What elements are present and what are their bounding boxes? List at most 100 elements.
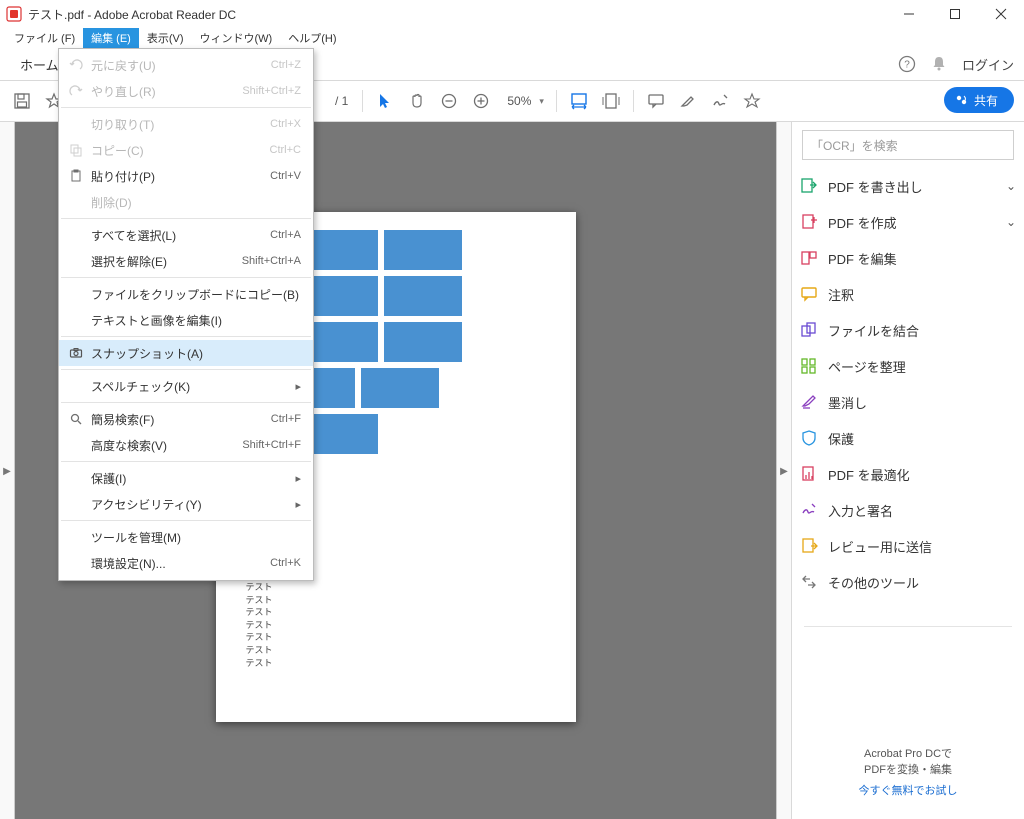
menu-separator bbox=[61, 369, 311, 370]
menu-redo[interactable]: やり直し(R) Shift+Ctrl+Z bbox=[59, 78, 313, 104]
tool-label: その他のツール bbox=[828, 573, 919, 592]
highlight-button[interactable] bbox=[674, 87, 702, 115]
menu-window[interactable]: ウィンドウ(W) bbox=[192, 28, 281, 48]
menu-item-label: スナップショット(A) bbox=[91, 345, 203, 362]
menu-snapshot[interactable]: スナップショット(A) bbox=[59, 340, 313, 366]
tools-search[interactable]: 「OCR」を検索 bbox=[802, 130, 1014, 160]
tool-sign[interactable]: 入力と署名 bbox=[800, 492, 1016, 528]
tool-label: 保護 bbox=[828, 429, 854, 448]
maximize-button[interactable] bbox=[932, 0, 978, 28]
tool-redact[interactable]: 墨消し bbox=[800, 384, 1016, 420]
help-icon[interactable]: ? bbox=[898, 55, 916, 73]
menu-separator bbox=[61, 107, 311, 108]
fit-page-button[interactable] bbox=[597, 87, 625, 115]
toolbar-separator bbox=[633, 90, 634, 112]
footer-line2: PDFを変換・編集 bbox=[792, 762, 1024, 779]
tool-label: PDF を最適化 bbox=[828, 465, 910, 484]
menu-deselect[interactable]: 選択を解除(E) Shift+Ctrl+A bbox=[59, 248, 313, 274]
right-pane-toggle[interactable]: ▶ bbox=[776, 122, 791, 819]
shield-icon bbox=[800, 429, 818, 447]
comment-button[interactable] bbox=[642, 87, 670, 115]
app-icon bbox=[6, 6, 22, 22]
menu-copy[interactable]: コピー(C) Ctrl+C bbox=[59, 137, 313, 163]
paste-icon bbox=[67, 169, 85, 183]
menu-copy-file[interactable]: ファイルをクリップボードにコピー(B) bbox=[59, 281, 313, 307]
login-link[interactable]: ログイン bbox=[962, 55, 1014, 74]
undo-icon bbox=[67, 58, 85, 72]
trial-link[interactable]: 今すぐ無料でお試し bbox=[792, 783, 1024, 800]
zoom-value: 50% bbox=[507, 94, 531, 108]
menu-preferences[interactable]: 環境設定(N)... Ctrl+K bbox=[59, 550, 313, 576]
combine-icon bbox=[800, 321, 818, 339]
more-tools-icon bbox=[800, 573, 818, 591]
select-tool[interactable] bbox=[371, 87, 399, 115]
toolbar-separator bbox=[362, 90, 363, 112]
menu-item-label: ツールを管理(M) bbox=[91, 529, 181, 546]
menu-shortcut: Ctrl+Z bbox=[271, 59, 301, 71]
menu-delete[interactable]: 削除(D) bbox=[59, 189, 313, 215]
menu-item-label: すべてを選択(L) bbox=[91, 227, 176, 244]
menu-manage-tools[interactable]: ツールを管理(M) bbox=[59, 524, 313, 550]
menu-find[interactable]: 簡易検索(F) Ctrl+F bbox=[59, 406, 313, 432]
tool-protect[interactable]: 保護 bbox=[800, 420, 1016, 456]
zoom-out-button[interactable] bbox=[435, 87, 463, 115]
menu-item-label: コピー(C) bbox=[91, 142, 144, 159]
search-icon bbox=[67, 412, 85, 426]
menu-accessibility[interactable]: アクセシビリティ(Y) ▸ bbox=[59, 491, 313, 517]
menu-spellcheck[interactable]: スペルチェック(K) ▸ bbox=[59, 373, 313, 399]
save-button[interactable] bbox=[8, 87, 36, 115]
close-button[interactable] bbox=[978, 0, 1024, 28]
chevron-right-icon: ▸ bbox=[295, 380, 301, 393]
menu-separator bbox=[61, 277, 311, 278]
zoom-in-button[interactable] bbox=[467, 87, 495, 115]
tool-edit-pdf[interactable]: PDF を編集 bbox=[800, 240, 1016, 276]
tool-label: レビュー用に送信 bbox=[828, 537, 932, 556]
menu-item-label: スペルチェック(K) bbox=[91, 378, 190, 395]
menu-cut[interactable]: 切り取り(T) Ctrl+X bbox=[59, 111, 313, 137]
minimize-button[interactable] bbox=[886, 0, 932, 28]
hand-tool[interactable] bbox=[403, 87, 431, 115]
menu-undo[interactable]: 元に戻す(U) Ctrl+Z bbox=[59, 52, 313, 78]
menu-edit-textimg[interactable]: テキストと画像を編集(I) bbox=[59, 307, 313, 333]
bell-icon[interactable] bbox=[930, 55, 948, 73]
zoom-dropdown[interactable]: 50%▾ bbox=[499, 92, 548, 110]
tool-organize[interactable]: ページを整理 bbox=[800, 348, 1016, 384]
menu-item-label: 貼り付け(P) bbox=[91, 168, 155, 185]
menu-select-all[interactable]: すべてを選択(L) Ctrl+A bbox=[59, 222, 313, 248]
menu-item-label: ファイルをクリップボードにコピー(B) bbox=[91, 286, 299, 303]
menu-view[interactable]: 表示(V) bbox=[139, 28, 192, 48]
window-title: テスト.pdf - Adobe Acrobat Reader DC bbox=[28, 6, 236, 23]
share-button[interactable]: 共有 bbox=[944, 87, 1014, 113]
title-bar: テスト.pdf - Adobe Acrobat Reader DC bbox=[0, 0, 1024, 28]
menu-edit[interactable]: 編集 (E) bbox=[83, 28, 139, 48]
tool-comment[interactable]: 注釈 bbox=[800, 276, 1016, 312]
stamp-button[interactable] bbox=[738, 87, 766, 115]
tool-combine[interactable]: ファイルを結合 bbox=[800, 312, 1016, 348]
tool-optimize[interactable]: PDF を最適化 bbox=[800, 456, 1016, 492]
export-icon bbox=[800, 177, 818, 195]
left-pane-toggle[interactable]: ▶ bbox=[0, 122, 15, 819]
menu-item-label: 選択を解除(E) bbox=[91, 253, 167, 270]
menu-shortcut: Ctrl+F bbox=[271, 413, 301, 425]
redact-icon bbox=[800, 393, 818, 411]
menu-shortcut: Ctrl+K bbox=[270, 557, 301, 569]
share-label: 共有 bbox=[974, 92, 998, 109]
menu-paste[interactable]: 貼り付け(P) Ctrl+V bbox=[59, 163, 313, 189]
menu-separator bbox=[61, 520, 311, 521]
menu-adv-search[interactable]: 高度な検索(V) Shift+Ctrl+F bbox=[59, 432, 313, 458]
menu-protect[interactable]: 保護(I) ▸ bbox=[59, 465, 313, 491]
tool-create-pdf[interactable]: PDF を作成 ⌄ bbox=[800, 204, 1016, 240]
optimize-icon bbox=[800, 465, 818, 483]
tool-label: ファイルを結合 bbox=[828, 321, 919, 340]
menu-file[interactable]: ファイル (F) bbox=[6, 28, 83, 48]
fit-width-button[interactable] bbox=[565, 87, 593, 115]
tool-more[interactable]: その他のツール bbox=[800, 564, 1016, 600]
toolbar-separator bbox=[556, 90, 557, 112]
menu-help[interactable]: ヘルプ(H) bbox=[280, 28, 344, 48]
menu-item-label: 元に戻す(U) bbox=[91, 57, 156, 74]
tool-send-review[interactable]: レビュー用に送信 bbox=[800, 528, 1016, 564]
sign-button[interactable] bbox=[706, 87, 734, 115]
tool-export-pdf[interactable]: PDF を書き出し ⌄ bbox=[800, 168, 1016, 204]
menu-separator bbox=[61, 402, 311, 403]
redo-icon bbox=[67, 84, 85, 98]
